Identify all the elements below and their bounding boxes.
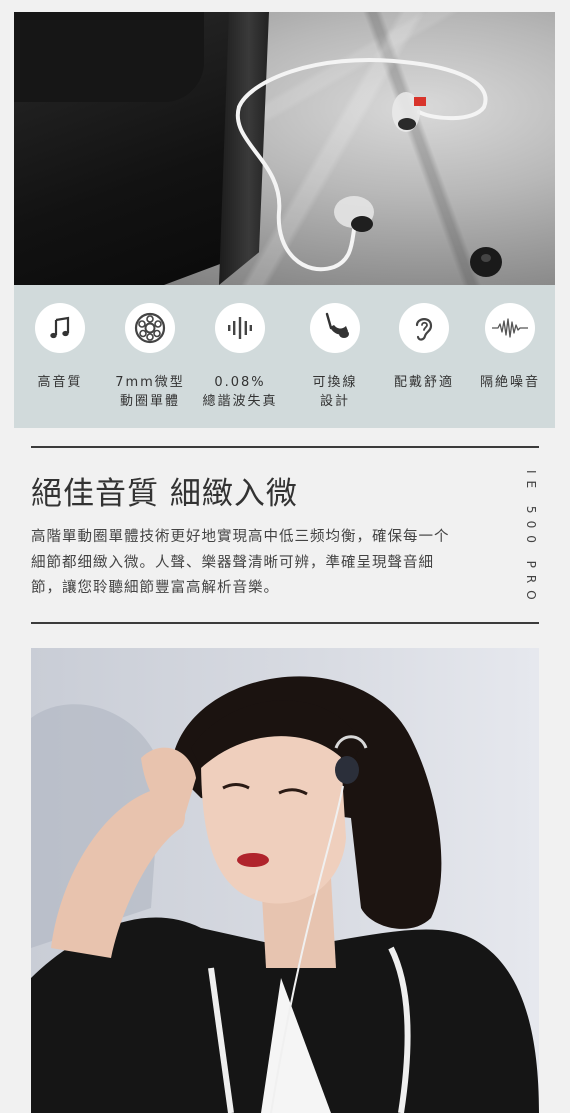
feature-label: 高音質 [37,375,83,390]
feature-comfort: 配戴舒適 [378,285,470,428]
feature-icon-circle [485,303,535,353]
ear-icon [415,318,433,341]
earphones-illustration [235,58,502,277]
section-divider-bottom [31,622,539,624]
section-headline: 絕佳音質 細緻入微 [31,476,298,512]
feature-noise-isolation: 隔絶噪音 [464,285,556,428]
lifestyle-portrait-image [31,648,539,1113]
section-body-text: 高階單動圈單體技術更好地實現高中低三频均衡，確保每一个細節都细緻入微。人聲、樂器… [31,529,450,596]
feature-thd: 0.08% 總諧波失真 [194,285,286,428]
waveform-bars-icon [228,317,252,339]
section-divider-top [31,446,539,448]
feature-driver: 7mm微型 動圈單體 [104,285,196,428]
feature-label: 0.08% 總諧波失真 [202,375,278,409]
feature-icon-circle [310,303,360,353]
feature-hifi-sound: 高音質 [14,285,106,428]
feature-label: 7mm微型 動圈單體 [115,375,185,409]
feature-icon-circle [125,303,175,353]
feature-band: 高音質 7mm微型 動圈單體 0.08% 總諧波失真 可換線 設計 配戴舒適 隔… [14,285,555,428]
portrait-illustration [31,676,539,1113]
hero-product-image [14,12,555,285]
model-name-vertical: IE 500 PRO [524,470,538,607]
driver-coil-icon [134,312,166,344]
noise-isolation-icon [492,318,528,338]
detachable-cable-icon [325,312,349,338]
feature-icon-circle [35,303,85,353]
music-note-icon [50,316,70,339]
feature-detachable-cable: 可換線 設計 [289,285,381,428]
feature-icon-circle [399,303,449,353]
feature-icon-circle [215,303,265,353]
feature-label: 隔絶噪音 [479,375,540,390]
